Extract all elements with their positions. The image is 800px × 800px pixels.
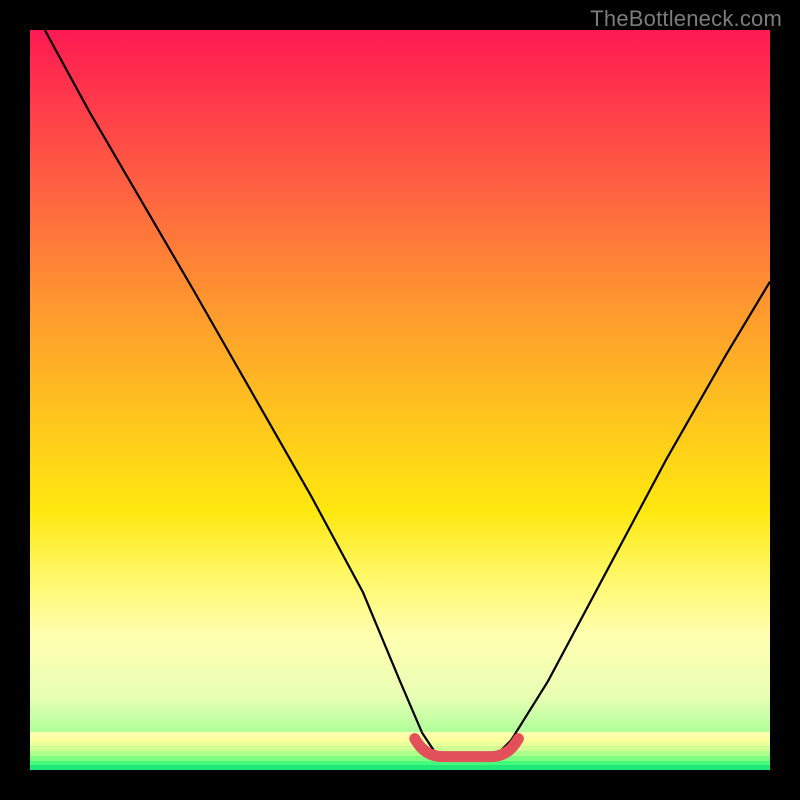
attribution-label: TheBottleneck.com [590, 6, 782, 32]
optimal-region-marker [30, 30, 770, 770]
chart-frame: TheBottleneck.com [0, 0, 800, 800]
plot-area [30, 30, 770, 770]
